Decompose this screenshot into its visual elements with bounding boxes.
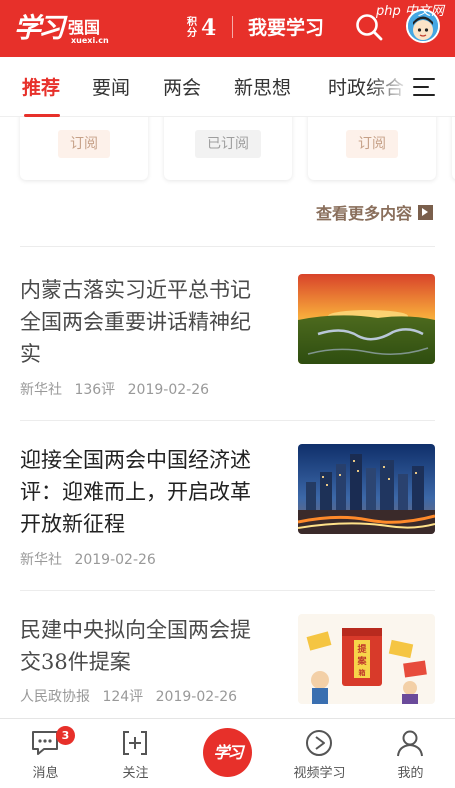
news-item[interactable]: 民建中央拟向全国两会提交38件提案 人民政协报 124评 2019-02-26 … — [20, 614, 435, 714]
news-title[interactable]: 迎接全国两会中国经济述评：迎难而上，开启改革开放新征程 — [20, 444, 268, 540]
subscribed-button[interactable]: 已订阅 — [195, 130, 261, 158]
nav-label: 我的 — [397, 766, 424, 781]
bottom-navigation: 3 消息 关注 学习 视频学习 我的 — [0, 718, 455, 788]
top-header: 学习 强国 xuexi.cn 积分 4 我要学习 php 中文网 — [0, 0, 455, 57]
subscription-cards: 订阅 已订阅 订阅 — [0, 117, 455, 187]
view-more-label: 查看更多内容 — [315, 204, 412, 223]
nav-mine[interactable]: 我的 — [365, 719, 455, 788]
person-icon — [397, 730, 423, 757]
nav-video-study[interactable]: 视频学习 — [274, 719, 365, 788]
logo-domain: xuexi.cn — [71, 36, 109, 45]
news-date: 2019-02-26 — [127, 382, 210, 398]
points-display[interactable]: 积分 4 — [187, 12, 216, 44]
nav-label: 视频学习 — [293, 766, 346, 781]
tab-recommended[interactable]: 推荐 — [22, 73, 60, 100]
news-source: 新华社 — [20, 552, 62, 568]
nav-label: 消息 — [32, 766, 59, 781]
news-meta: 新华社 136评 2019-02-26 — [20, 379, 217, 399]
news-meta: 新华社 2019-02-26 — [20, 549, 164, 569]
news-item[interactable]: 迎接全国两会中国经济述评：迎难而上，开启改革开放新征程 新华社 2019-02-… — [20, 444, 435, 574]
svg-text:案: 案 — [356, 655, 367, 667]
nav-follow[interactable]: 关注 — [90, 719, 181, 788]
news-date: 2019-02-26 — [155, 689, 238, 705]
arrow-right-box-icon — [418, 204, 433, 220]
svg-text:提: 提 — [357, 643, 367, 655]
news-source: 新华社 — [20, 382, 62, 398]
tab-new-thought[interactable]: 新思想 — [234, 73, 291, 100]
logo-name: 强国 — [68, 18, 101, 37]
nav-messages[interactable]: 3 消息 — [0, 719, 91, 788]
nav-label: 关注 — [122, 766, 149, 781]
view-more-link[interactable]: 查看更多内容 — [316, 200, 433, 224]
tab-two-sessions[interactable]: 两会 — [163, 73, 201, 100]
start-learning-button[interactable]: 我要学习 — [248, 13, 324, 40]
points-value: 4 — [201, 15, 217, 41]
menu-icon[interactable] — [413, 76, 437, 98]
news-date: 2019-02-26 — [74, 552, 156, 568]
app-logo[interactable]: 学习 强国 xuexi.cn — [14, 5, 124, 51]
subscription-card[interactable]: 订阅 — [20, 117, 148, 180]
news-title[interactable]: 内蒙古落实习近平总书记全国两会重要讲话精神纪实 — [20, 274, 268, 370]
play-circle-icon — [306, 730, 332, 756]
plus-square-icon — [123, 731, 147, 755]
news-comments: 136评 — [74, 382, 116, 398]
news-source: 人民政协报 — [20, 689, 90, 705]
subscription-card[interactable]: 订阅 — [308, 117, 436, 180]
tabs-fade — [370, 57, 410, 116]
section-divider — [20, 246, 435, 247]
news-thumbnail[interactable] — [298, 444, 435, 534]
news-meta: 人民政协报 124评 2019-02-26 — [20, 686, 245, 706]
news-thumbnail[interactable]: 提 案 箱 — [298, 614, 435, 704]
subscription-card[interactable]: 已订阅 — [164, 117, 292, 180]
svg-text:箱: 箱 — [359, 668, 366, 677]
tab-headlines[interactable]: 要闻 — [92, 73, 130, 100]
center-study-button[interactable]: 学习 — [203, 728, 252, 777]
news-comments: 124评 — [102, 689, 144, 705]
news-thumbnail[interactable] — [298, 274, 435, 364]
news-title[interactable]: 民建中央拟向全国两会提交38件提案 — [20, 614, 268, 678]
site-watermark: php 中文网 — [376, 4, 444, 19]
subscribe-button[interactable]: 订阅 — [58, 130, 110, 158]
subscribe-button[interactable]: 订阅 — [346, 130, 398, 158]
news-item[interactable]: 内蒙古落实习近平总书记全国两会重要讲话精神纪实 新华社 136评 2019-02… — [20, 274, 435, 404]
list-divider — [20, 420, 435, 421]
list-divider — [20, 590, 435, 591]
header-divider — [232, 16, 233, 38]
logo-calligraphy: 学习 — [14, 13, 65, 44]
channel-tabs: 推荐 要闻 两会 新思想 时政综合 — [0, 57, 455, 117]
unread-badge: 3 — [56, 726, 75, 745]
points-label: 积分 — [187, 17, 197, 39]
app-screen: 学习 强国 xuexi.cn 积分 4 我要学习 php 中文网 推荐 要闻 两… — [0, 0, 455, 788]
